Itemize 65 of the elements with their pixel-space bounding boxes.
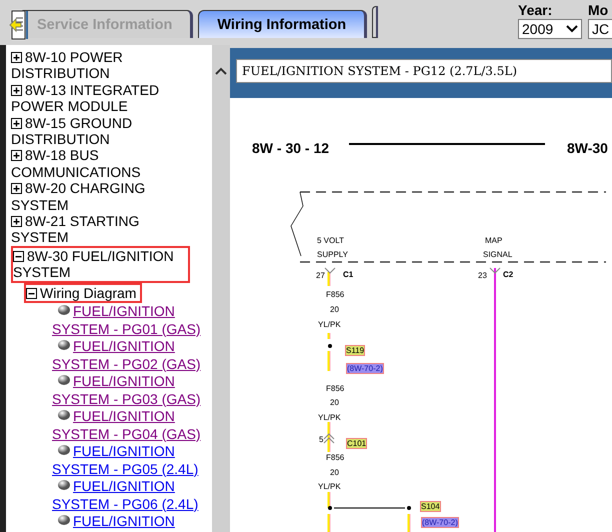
diagram-label: YL/PK — [318, 320, 341, 330]
diagram-label: F856 — [326, 453, 344, 462]
splice-tag: S104 — [420, 501, 441, 512]
page-number: 8W - 30 - 12 — [252, 140, 330, 156]
diagram-label: SIGNAL — [483, 250, 512, 260]
select-field[interactable]: 2009 — [518, 19, 582, 39]
expand-icon[interactable] — [11, 52, 22, 63]
bullet-icon — [57, 444, 71, 456]
diagram-label: 20 — [330, 398, 339, 408]
splice-tag: S119 — [345, 345, 366, 356]
expand-icon[interactable] — [11, 183, 22, 194]
select-field[interactable]: JC — [588, 19, 612, 39]
diagram-label: YL/PK — [318, 413, 341, 422]
diagram-label: 5 — [319, 435, 324, 444]
tree-item[interactable]: 8W-21 STARTING SYSTEM — [11, 213, 190, 246]
expand-icon[interactable] — [11, 118, 22, 129]
diagram-label: 23 — [478, 271, 487, 280]
diagram-label: C1 — [343, 270, 354, 280]
collapse-icon[interactable] — [13, 250, 24, 262]
reference-tag: (8W-70-2) — [421, 517, 459, 528]
diagram-link[interactable]: FUEL/IGNITION SYSTEM - PG01 (GAS) — [52, 303, 210, 338]
diagram-label: 5 VOLT — [317, 236, 344, 246]
diagram-label: C2 — [503, 270, 514, 280]
diagram-label: 20 — [330, 468, 339, 478]
diagram-label: 27 — [316, 271, 325, 280]
filter-label: Mo — [588, 2, 610, 18]
diagram-link[interactable]: FUEL/IGNITION SYSTEM - PG04 (GAS) — [52, 408, 210, 444]
diagram-link[interactable]: FUEL/IGNITION SYSTEM - PG02 (GAS) — [52, 338, 210, 374]
bullet-icon — [57, 479, 71, 492]
diagram-link[interactable]: FUEL/IGNITION — [52, 513, 210, 531]
diagram-label: F856 — [326, 384, 344, 394]
tree-item[interactable]: 8W-10 POWER DISTRIBUTION — [11, 49, 190, 82]
bullet-icon — [57, 339, 71, 352]
tree-item[interactable]: 8W-15 GROUND DISTRIBUTION — [11, 114, 190, 148]
diagram-label: YL/PK — [318, 482, 341, 492]
tree-item[interactable]: 8W-18 BUS COMMUNICATIONS — [11, 147, 190, 180]
filter-label: Year: — [518, 2, 554, 18]
back-document-icon[interactable] — [9, 10, 29, 40]
splice-tag: C101 — [346, 438, 368, 450]
diagram-link[interactable]: FUEL/IGNITION SYSTEM - PG06 (2.4L) — [52, 478, 210, 514]
tree-item[interactable]: 8W-20 CHARGING SYSTEM — [11, 180, 190, 214]
expand-icon[interactable] — [11, 150, 22, 162]
diagram-label: 20 — [330, 305, 339, 314]
chevron-up-icon[interactable] — [215, 67, 227, 75]
tree-item[interactable]: 8W-30 FUEL/IGNITION SYSTEM — [11, 246, 190, 283]
reference-tag: (8W-70-2) — [346, 363, 384, 374]
bullet-icon — [57, 374, 71, 386]
diagram-label: SUPPLY — [317, 250, 348, 260]
tree-item[interactable]: 8W-13 INTEGRATED POWER MODULE — [11, 82, 190, 115]
diagram-link[interactable]: FUEL/IGNITION SYSTEM - PG05 (2.4L) — [52, 443, 210, 478]
tab[interactable]: Wiring Information — [198, 10, 368, 38]
bullet-icon — [57, 304, 71, 316]
page-number: 8W-30 — [567, 140, 608, 156]
bullet-icon — [57, 514, 71, 526]
diagram-label: F856 — [326, 290, 344, 300]
expand-icon[interactable] — [11, 216, 22, 228]
chevron-down-icon — [566, 25, 578, 33]
collapse-icon[interactable] — [26, 288, 37, 299]
diagram-label: MAP — [485, 236, 502, 246]
expand-icon[interactable] — [11, 84, 22, 96]
bullet-icon — [57, 409, 71, 422]
page-title-field: FUEL/IGNITION SYSTEM - PG12 (2.7L/3.5L) — [236, 59, 612, 83]
tab[interactable] — [372, 6, 378, 38]
diagram-link[interactable]: FUEL/IGNITION SYSTEM - PG03 (GAS) — [52, 373, 210, 408]
tree-item[interactable]: Wiring Diagram — [24, 282, 142, 304]
